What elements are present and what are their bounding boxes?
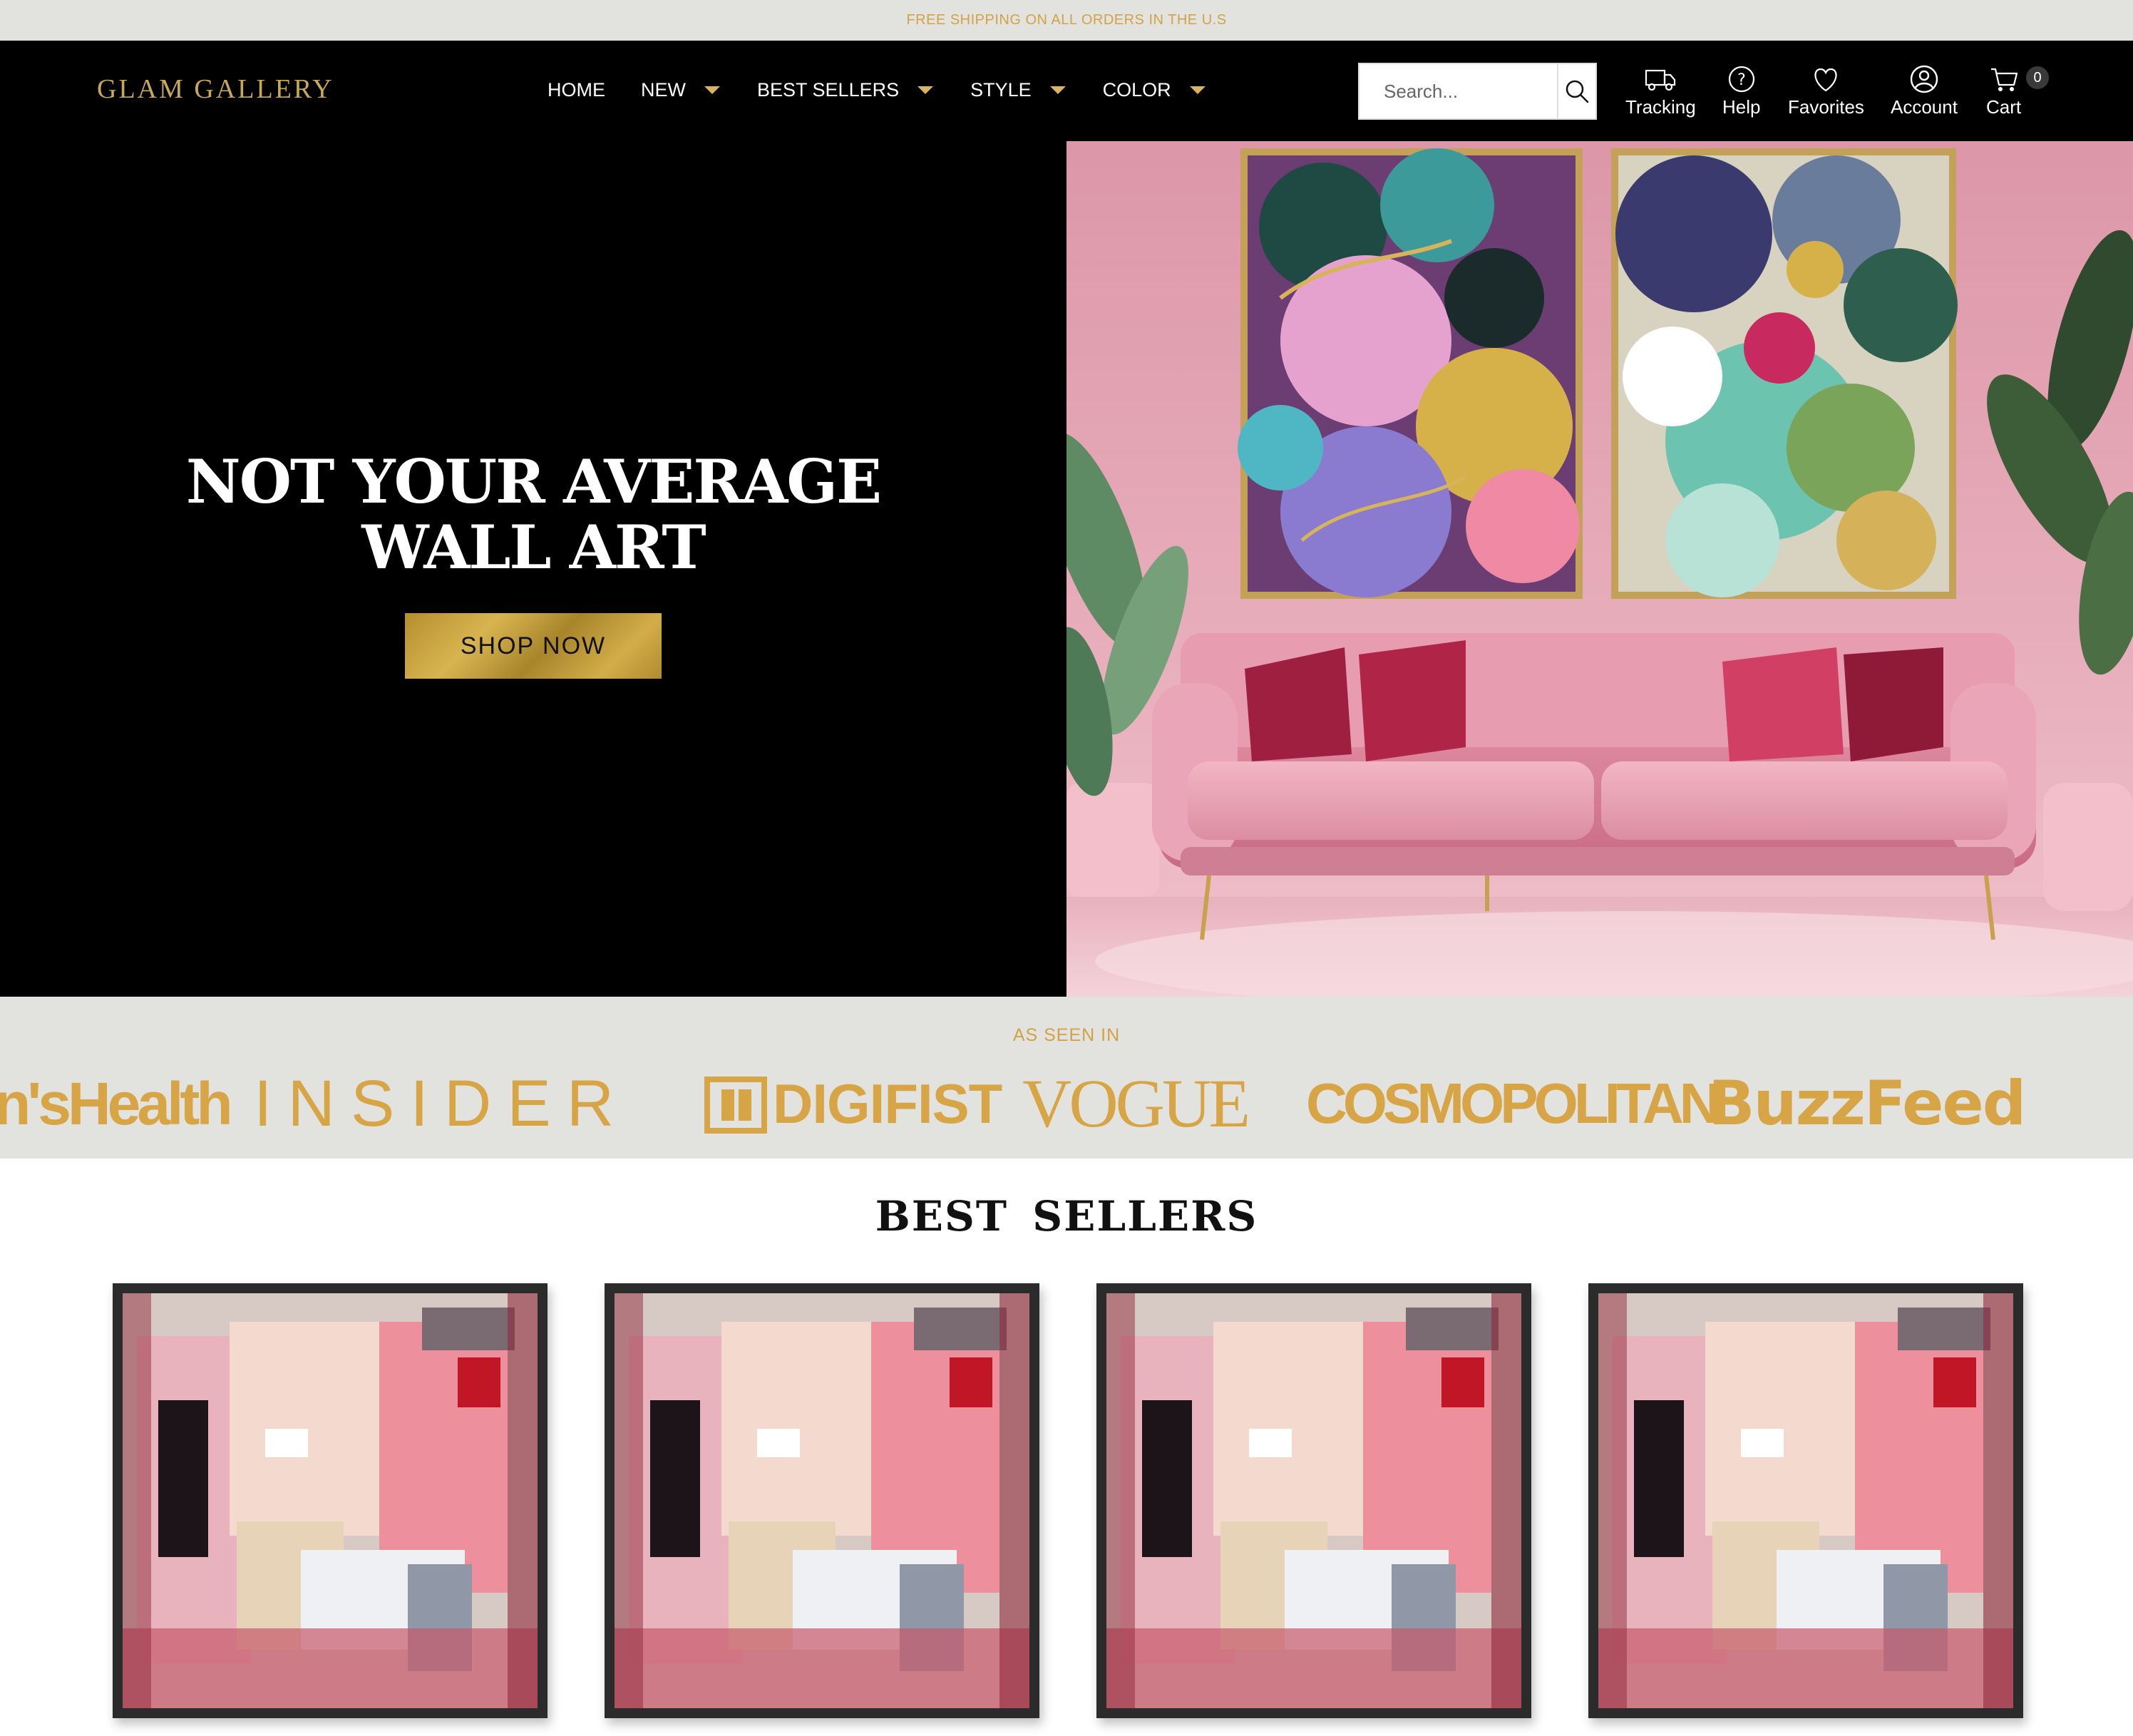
caret-down-icon <box>918 86 934 94</box>
cart-icon <box>1990 68 2018 91</box>
as-seen-in-title: AS SEEN IN <box>1012 1025 1121 1045</box>
search-box <box>1358 63 1597 120</box>
logo[interactable]: GLAM GALLERY <box>97 73 334 105</box>
product-card[interactable] <box>1588 1283 2023 1718</box>
tracking-link[interactable]: Tracking <box>1625 65 1696 118</box>
product-card[interactable] <box>605 1283 1039 1718</box>
digifist-logo-mark <box>704 1077 767 1134</box>
svg-text:?: ? <box>1737 71 1746 89</box>
help-icon: ? <box>1728 66 1754 93</box>
nav-color-label: COLOR <box>1102 79 1171 101</box>
main-nav: HOME NEW BEST SELLERS STYLE COLOR <box>548 79 1243 101</box>
nav-home[interactable]: HOME <box>548 79 605 101</box>
account-icon <box>1910 65 1938 93</box>
nav-style-label: STYLE <box>970 79 1032 101</box>
nav-color[interactable]: COLOR <box>1103 79 1206 101</box>
truck-icon <box>1645 69 1676 91</box>
caret-down-icon <box>1189 86 1206 94</box>
favorites-label: Favorites <box>1788 96 1864 118</box>
search-button[interactable] <box>1557 64 1595 118</box>
cart-count-badge: 0 <box>2026 66 2049 89</box>
account-link[interactable]: Account <box>1891 65 1958 118</box>
search-icon <box>1566 80 1589 103</box>
nav-new-label: NEW <box>641 79 686 101</box>
product-image <box>1106 1293 1521 1708</box>
nav-best-sellers[interactable]: BEST SELLERS <box>757 79 934 101</box>
as-seen-in-section: AS SEEN IN n'sHealth INSIDER DIGIFIST VO… <box>0 997 2133 1159</box>
cart-label: Cart <box>1986 96 2022 118</box>
nav-new[interactable]: NEW <box>641 79 720 101</box>
product-image <box>123 1293 538 1708</box>
announcement-text: FREE SHIPPING ON ALL ORDERS IN THE U.S <box>906 12 1227 28</box>
heart-icon <box>1814 68 1837 92</box>
hero-text-panel: NOT YOUR AVERAGE WALL ART SHOP NOW <box>0 141 1066 997</box>
account-label: Account <box>1891 96 1958 118</box>
help-link[interactable]: ? Help <box>1722 65 1760 118</box>
best-sellers-title: BEST SELLERS <box>875 1192 1258 1241</box>
announcement-bar: FREE SHIPPING ON ALL ORDERS IN THE U.S <box>0 0 2133 41</box>
shop-now-button[interactable]: SHOP NOW <box>405 613 662 679</box>
product-image <box>615 1293 1029 1708</box>
nav-best-sellers-label: BEST SELLERS <box>757 79 900 101</box>
brand-digifist: DIGIFIST <box>773 1072 1002 1135</box>
brand-buzzfeed: BuzzFeed <box>1708 1068 2026 1139</box>
brand-cosmopolitan: COSMOPOLITAN <box>1306 1072 1720 1135</box>
caret-down-icon <box>1049 86 1066 94</box>
product-card[interactable] <box>113 1283 548 1718</box>
search-input[interactable] <box>1360 64 1559 118</box>
product-card[interactable] <box>1096 1283 1531 1718</box>
favorites-link[interactable]: Favorites <box>1788 65 1864 118</box>
hero-title-line-2: WALL ART <box>361 512 706 582</box>
help-label: Help <box>1722 96 1761 118</box>
caret-down-icon <box>704 86 720 94</box>
hero-title-line-1: NOT YOUR AVERAGE <box>185 446 882 517</box>
product-image <box>1598 1293 2013 1708</box>
hero-title: NOT YOUR AVERAGE WALL ART <box>0 449 1066 580</box>
tracking-label: Tracking <box>1625 96 1696 118</box>
brand-insider: INSIDER <box>254 1067 630 1140</box>
cart-link[interactable]: Cart 0 <box>1986 65 2049 118</box>
site-header: GLAM GALLERY HOME NEW BEST SELLERS STYLE… <box>0 41 2133 141</box>
living-room-image <box>1066 141 2133 997</box>
brand-vogue: VOGUE <box>1022 1065 1250 1141</box>
brand-mens-health: n'sHealth <box>0 1070 233 1137</box>
nav-style[interactable]: STYLE <box>970 79 1066 101</box>
nav-home-label: HOME <box>548 79 605 101</box>
hero-image[interactable] <box>1066 141 2133 997</box>
